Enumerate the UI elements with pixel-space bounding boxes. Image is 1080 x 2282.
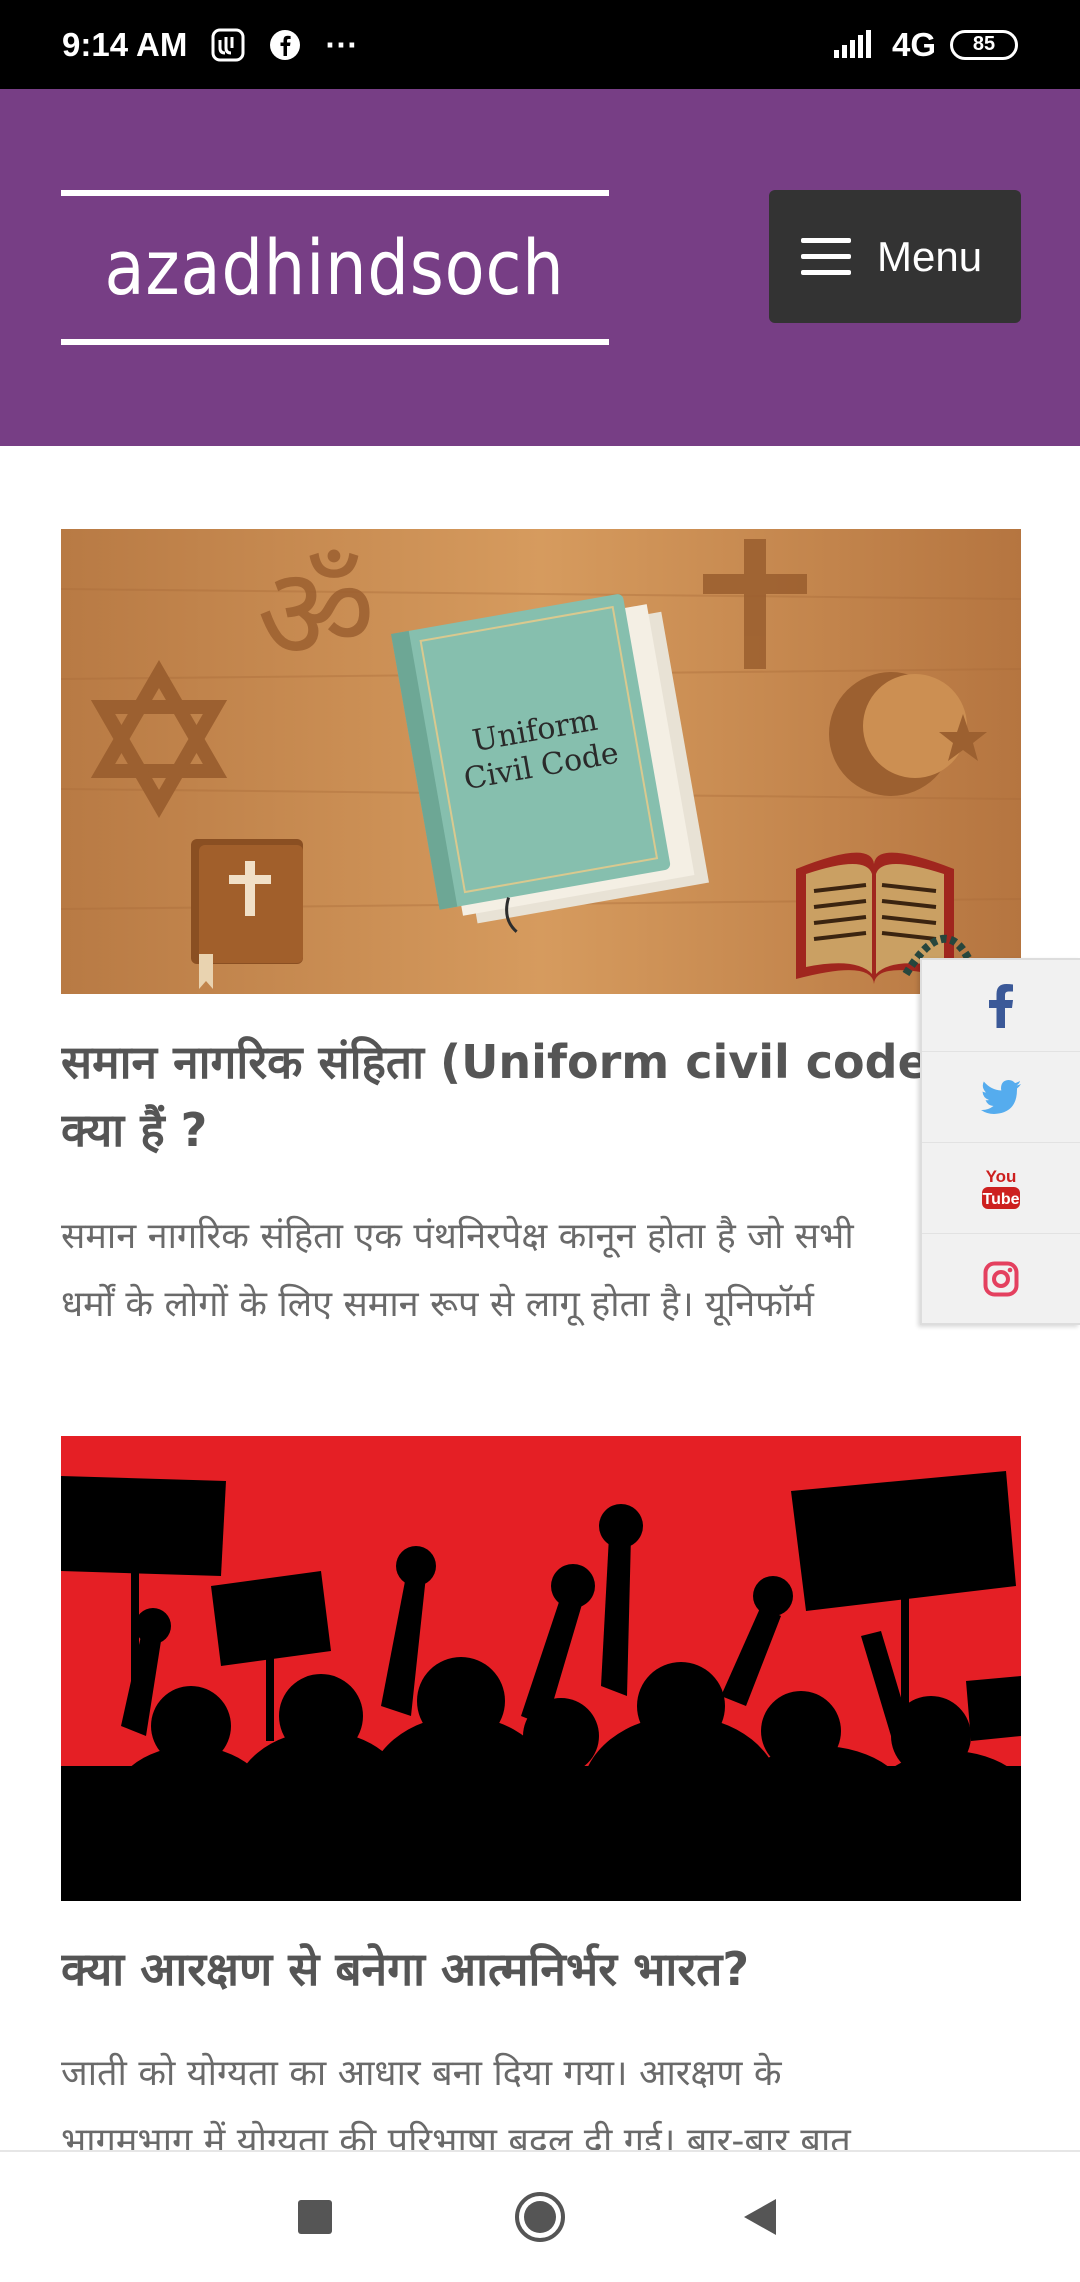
youtube-button[interactable]: You Tube bbox=[922, 1142, 1080, 1233]
status-bar: 9:14 AM ··· 4G 85 bbox=[0, 0, 1080, 89]
post-1-image[interactable]: ॐ Uniform Civil Code bbox=[61, 529, 1021, 994]
home-icon bbox=[515, 2192, 565, 2242]
battery-icon: 85 bbox=[950, 29, 1018, 60]
instagram-button[interactable] bbox=[922, 1233, 1080, 1324]
youtube-icon: You Tube bbox=[982, 1167, 1020, 1209]
facebook-button[interactable] bbox=[922, 960, 1080, 1051]
system-nav-bar bbox=[0, 2150, 1080, 2280]
svg-text:ॐ: ॐ bbox=[257, 538, 376, 690]
svg-text:Tube: Tube bbox=[982, 1191, 1019, 1208]
status-time: 9:14 AM bbox=[62, 25, 188, 63]
more-notifications-icon: ··· bbox=[325, 25, 359, 63]
recents-button[interactable] bbox=[255, 2152, 375, 2282]
jiosaavn-icon bbox=[211, 28, 245, 62]
post-2-image[interactable] bbox=[61, 1436, 1021, 1901]
site-title: azadhindsoch bbox=[104, 222, 566, 312]
site-title-link[interactable]: azadhindsoch bbox=[61, 190, 609, 345]
post-2-title[interactable]: क्या आरक्षण से बनेगा आत्मनिर्भर भारत? bbox=[61, 1935, 1071, 2003]
post-2-title-line1: क्या आरक्षण से बनेगा आत्मनिर्भर भारत? bbox=[61, 1942, 750, 1996]
social-share-bar: You Tube bbox=[920, 958, 1080, 1325]
back-button[interactable] bbox=[700, 2152, 820, 2282]
menu-button[interactable]: Menu bbox=[769, 190, 1021, 323]
svg-text:You: You bbox=[986, 1167, 1017, 1186]
network-type: 4G bbox=[891, 25, 936, 63]
twitter-icon bbox=[981, 1080, 1021, 1114]
twitter-button[interactable] bbox=[922, 1051, 1080, 1142]
recents-icon bbox=[298, 2200, 332, 2234]
instagram-icon bbox=[983, 1261, 1019, 1297]
signal-icon bbox=[832, 29, 878, 60]
menu-label: Menu bbox=[877, 232, 983, 280]
home-button[interactable] bbox=[480, 2152, 600, 2282]
facebook-icon bbox=[989, 983, 1013, 1028]
back-icon bbox=[744, 2199, 776, 2235]
site-header: azadhindsoch Menu bbox=[0, 89, 1080, 446]
post-2-excerpt-line1: जाती को योग्यता का आधार बना दिया गया। आर… bbox=[61, 2053, 782, 2094]
battery-level: 85 bbox=[972, 33, 996, 55]
hamburger-icon bbox=[801, 238, 851, 275]
facebook-status-icon bbox=[269, 29, 301, 61]
